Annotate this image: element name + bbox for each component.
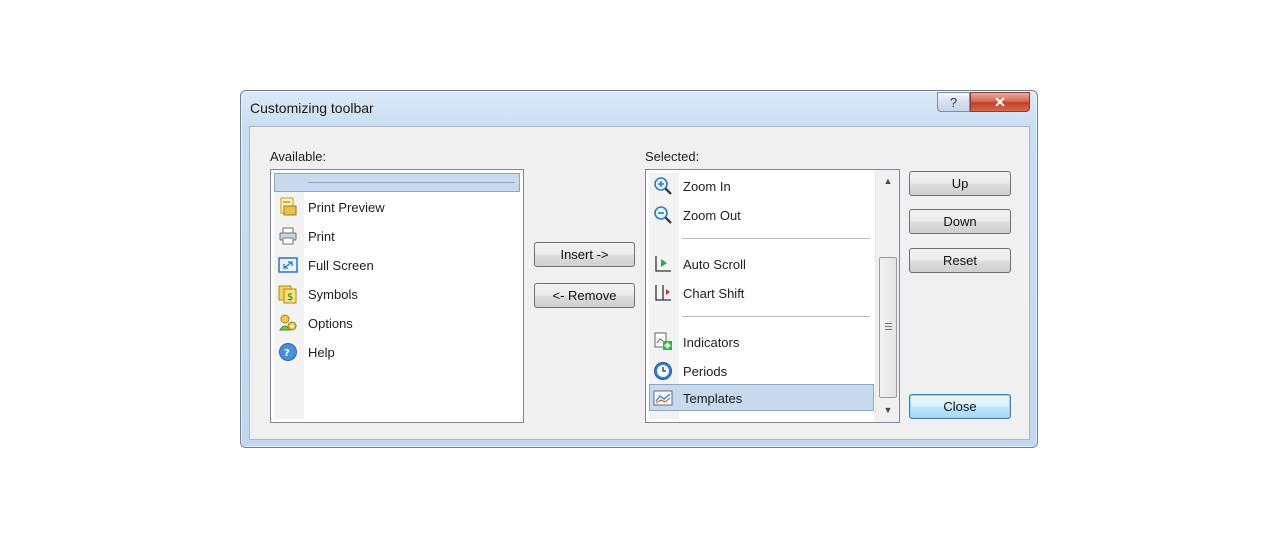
close-button[interactable]: Close	[909, 394, 1011, 419]
list-item-auto-scroll[interactable]: Auto Scroll	[649, 252, 746, 276]
selected-list[interactable]: Zoom In Zoom Out Auto Scroll Chart Shift…	[645, 169, 900, 423]
list-item-label: Auto Scroll	[683, 256, 746, 272]
periods-icon	[652, 360, 674, 382]
list-item-label: Options	[308, 315, 353, 331]
vertical-scrollbar[interactable]: ▲ ▼	[875, 170, 899, 422]
chart-shift-icon	[652, 282, 674, 304]
up-button[interactable]: Up	[909, 171, 1011, 196]
svg-text:?: ?	[284, 348, 290, 359]
list-item-print[interactable]: Print	[274, 224, 335, 248]
printer-icon	[277, 225, 299, 247]
list-item-label: Chart Shift	[683, 285, 745, 301]
list-item-periods[interactable]: Periods	[649, 359, 727, 383]
list-item-chart-shift[interactable]: Chart Shift	[649, 281, 744, 305]
available-label: Available:	[270, 149, 327, 164]
close-icon: ✕	[994, 93, 1006, 110]
scroll-down-arrow-icon[interactable]: ▼	[876, 402, 899, 418]
dialog-title: Customizing toolbar	[250, 100, 374, 116]
help-title-button[interactable]: ?	[937, 92, 970, 112]
list-item-full-screen[interactable]: Full Screen	[274, 253, 374, 277]
list-item-templates[interactable]: Templates	[649, 386, 742, 410]
list-item-label: Print Preview	[308, 199, 385, 215]
list-item-label: Symbols	[308, 286, 358, 302]
customizing-toolbar-dialog: Customizing toolbar ? ✕ Available: Print…	[240, 90, 1038, 448]
question-mark-icon: ?	[949, 94, 958, 110]
separator-item-selected[interactable]	[274, 173, 520, 192]
list-item-print-preview[interactable]: Print Preview	[274, 195, 385, 219]
available-list[interactable]: Print Preview Print Full Screen $ Symbol…	[270, 169, 524, 423]
auto-scroll-icon	[652, 253, 674, 275]
separator-line	[308, 182, 515, 183]
list-item-options[interactable]: Options	[274, 311, 353, 335]
scroll-up-arrow-icon[interactable]: ▲	[876, 173, 899, 189]
svg-text:$: $	[287, 292, 293, 303]
down-button[interactable]: Down	[909, 209, 1011, 234]
close-title-button[interactable]: ✕	[970, 92, 1030, 112]
list-item-indicators[interactable]: Indicators	[649, 330, 739, 354]
indicators-icon	[652, 331, 674, 353]
insert-button[interactable]: Insert ->	[534, 242, 635, 267]
selected-label: Selected:	[645, 149, 700, 164]
full-screen-icon	[277, 254, 299, 276]
list-item-symbols[interactable]: $ Symbols	[274, 282, 358, 306]
help-icon: ?	[277, 341, 299, 363]
options-icon	[277, 312, 299, 334]
dialog-client-area: Available: Print Preview Print Full Scre…	[249, 126, 1030, 440]
list-item-help[interactable]: ? Help	[274, 340, 335, 364]
list-item-label: Full Screen	[308, 257, 374, 273]
templates-icon	[652, 387, 674, 409]
list-item-label: Indicators	[683, 334, 740, 350]
scroll-thumb[interactable]	[879, 257, 897, 398]
list-item-label: Zoom In	[683, 178, 731, 194]
reset-button[interactable]: Reset	[909, 248, 1011, 273]
symbols-icon: $	[277, 283, 299, 305]
list-item-label: Templates	[683, 390, 743, 406]
list-item-zoom-out[interactable]: Zoom Out	[649, 203, 741, 227]
remove-button[interactable]: <- Remove	[534, 283, 635, 308]
list-item-label: Print	[308, 228, 335, 244]
separator	[682, 238, 870, 239]
zoom-in-icon	[652, 175, 674, 197]
list-item-zoom-in[interactable]: Zoom In	[649, 174, 731, 198]
list-item-label: Periods	[683, 363, 728, 379]
list-item-label: Help	[308, 344, 335, 360]
zoom-out-icon	[652, 204, 674, 226]
separator	[682, 316, 870, 317]
list-item-label: Zoom Out	[683, 207, 741, 223]
print-preview-icon	[277, 196, 299, 218]
